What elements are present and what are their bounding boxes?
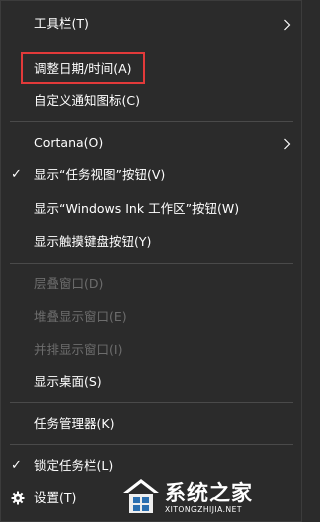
highlight-annotation-box (21, 52, 145, 84)
menu-item-label: 设置(T) (34, 490, 77, 505)
chevron-right-icon (284, 138, 291, 150)
menu-item-show-task-view-button[interactable]: ✓ 显示“任务视图”按钮(V) (1, 160, 301, 190)
menu-item-label: 显示“Windows Ink 工作区”按钮(W) (34, 201, 240, 216)
menu-item-show-touch-keyboard-button[interactable]: 显示触摸键盘按钮(Y) (1, 227, 301, 257)
checkmark-icon: ✓ (11, 458, 22, 473)
menu-separator (10, 263, 293, 264)
menu-item-show-windows-ink-button[interactable]: 显示“Windows Ink 工作区”按钮(W) (1, 194, 301, 224)
menu-item-cortana[interactable]: Cortana(O) (1, 128, 301, 158)
menu-item-label: 锁定任务栏(L) (34, 458, 114, 473)
menu-separator (10, 402, 293, 403)
menu-item-label: Cortana(O) (34, 135, 104, 150)
menu-item-side-by-side-windows: 并排显示窗口(I) (1, 335, 301, 365)
site-watermark: 系统之家 XITONGZHIJIA.NET (121, 475, 297, 519)
menu-item-label: 层叠窗口(D) (34, 276, 104, 291)
checkmark-icon: ✓ (11, 167, 22, 182)
watermark-url: XITONGZHIJIA.NET (165, 505, 242, 514)
menu-item-toolbars[interactable]: 工具栏(T) (1, 9, 301, 39)
menu-separator (10, 444, 293, 445)
menu-item-label: 显示触摸键盘按钮(Y) (34, 234, 152, 249)
chevron-right-icon (284, 19, 291, 31)
house-logo-icon (123, 479, 159, 513)
taskbar-context-menu: 工具栏(T) 调整日期/时间(A) 自定义通知图标(C) Cortana(O) … (0, 0, 302, 522)
watermark-title: 系统之家 (165, 481, 253, 505)
menu-item-label: 显示“任务视图”按钮(V) (34, 167, 166, 182)
menu-item-label: 显示桌面(S) (34, 374, 102, 389)
menu-item-task-manager[interactable]: 任务管理器(K) (1, 409, 301, 439)
menu-separator (10, 121, 293, 122)
menu-item-label: 并排显示窗口(I) (34, 342, 123, 357)
menu-item-label: 工具栏(T) (34, 16, 89, 31)
menu-item-customize-notification-icons[interactable]: 自定义通知图标(C) (1, 86, 301, 116)
menu-item-label: 自定义通知图标(C) (34, 93, 140, 108)
menu-item-label: 堆叠显示窗口(E) (34, 309, 127, 324)
menu-item-stack-windows: 堆叠显示窗口(E) (1, 302, 301, 332)
menu-item-label: 任务管理器(K) (34, 416, 115, 431)
menu-item-cascade-windows: 层叠窗口(D) (1, 269, 301, 299)
gear-icon (11, 491, 25, 505)
menu-item-show-desktop[interactable]: 显示桌面(S) (1, 367, 301, 397)
